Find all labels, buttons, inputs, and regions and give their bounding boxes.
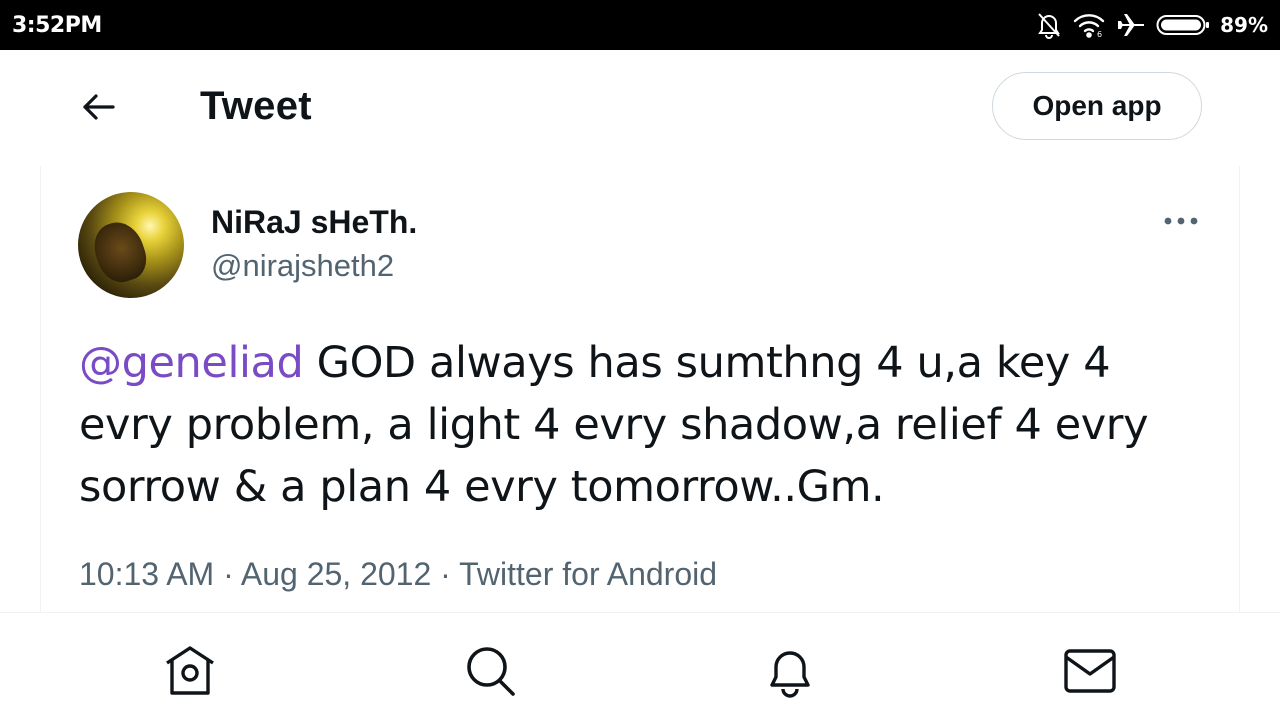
nav-notifications[interactable]	[760, 641, 820, 701]
tweet-source[interactable]: Twitter for Android	[459, 556, 717, 592]
author-handle[interactable]: @nirajsheth2	[211, 248, 394, 284]
tweet-meta: 10:13 AM · Aug 25, 2012 · Twitter for An…	[79, 556, 717, 593]
airplane-icon	[1116, 11, 1146, 39]
bottom-nav	[0, 612, 1280, 721]
tweet-date[interactable]: Aug 25, 2012	[241, 556, 431, 592]
more-options-button[interactable]	[1151, 206, 1211, 236]
mention-link[interactable]: @geneliad	[79, 338, 304, 388]
home-icon	[166, 646, 214, 695]
status-bar: 3:52PM 6 89%	[0, 0, 1280, 50]
svg-text:6: 6	[1097, 30, 1102, 38]
meta-separator: ·	[431, 556, 460, 592]
wifi-icon: 6	[1072, 12, 1106, 38]
tweet-card: NiRaJ sHeTh. @nirajsheth2 @geneliad GOD …	[40, 166, 1240, 612]
tweet-text: @geneliad GOD always has sumthng 4 u,a k…	[79, 332, 1209, 518]
nav-search[interactable]	[460, 641, 520, 701]
arrow-left-icon	[83, 94, 115, 120]
meta-separator: ·	[214, 556, 241, 592]
more-horizontal-icon	[1164, 217, 1198, 225]
bell-icon	[770, 651, 810, 698]
battery-icon	[1156, 13, 1210, 37]
open-app-button[interactable]: Open app	[992, 72, 1202, 140]
page-title: Tweet	[200, 84, 312, 128]
mail-icon	[1064, 649, 1116, 693]
avatar-figure	[87, 216, 153, 288]
status-time: 3:52PM	[12, 13, 102, 38]
nav-messages[interactable]	[1060, 641, 1120, 701]
back-button[interactable]	[72, 80, 126, 134]
bell-off-icon	[1036, 11, 1062, 39]
avatar[interactable]	[78, 192, 184, 298]
search-icon	[467, 647, 515, 696]
nav-home[interactable]	[160, 641, 220, 701]
battery-percent: 89%	[1220, 13, 1268, 37]
app-header: Tweet Open app	[0, 50, 1280, 165]
status-icons: 6 89%	[1036, 10, 1268, 40]
tweet-time[interactable]: 10:13 AM	[79, 556, 214, 592]
author-display-name[interactable]: NiRaJ sHeTh.	[211, 204, 417, 241]
